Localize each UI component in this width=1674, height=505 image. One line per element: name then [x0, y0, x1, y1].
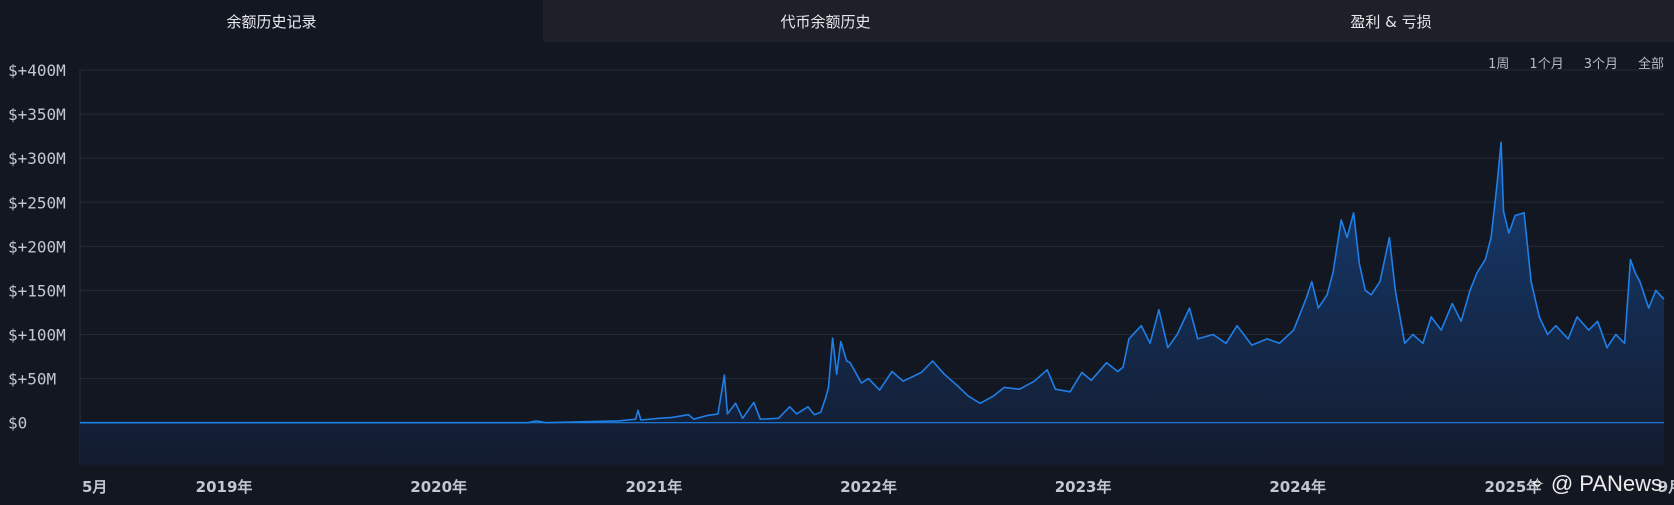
- x-tick-label: 2023年: [1055, 478, 1112, 496]
- y-tick-label: $+300M: [8, 149, 66, 168]
- y-tick-label: $0: [8, 414, 27, 433]
- plot-area: [80, 141, 1665, 466]
- x-tick-label: 2024年: [1269, 478, 1326, 496]
- x-tick-label: 2021年: [625, 478, 682, 496]
- watermark-logo-icon: ✧: [1529, 473, 1545, 494]
- y-tick-label: $+400M: [8, 61, 66, 80]
- x-tick-label: 2019年: [196, 478, 253, 496]
- y-tick-label: $+100M: [8, 326, 66, 345]
- y-tick-label: $+200M: [8, 237, 66, 256]
- panews-watermark: ✧ @ PANews: [1530, 471, 1662, 497]
- y-tick-label: $+50M: [8, 370, 56, 389]
- x-tick-label: 2020年: [410, 478, 467, 496]
- y-tick-label: $+250M: [8, 193, 66, 212]
- balance-area-fill: [80, 142, 1664, 466]
- x-tick-label: 2022年: [840, 478, 897, 496]
- y-tick-label: $+350M: [8, 105, 66, 124]
- y-axis: $0 $+50M $+100M $+150M $+200M $+250M $+300M $+3…: [8, 61, 66, 433]
- watermark-text: @ PANews: [1550, 471, 1662, 496]
- x-axis: 5月2019年2020年2021年2022年2023年2024年2025年9月: [82, 478, 1674, 496]
- y-tick-label: $+150M: [8, 281, 66, 300]
- x-tick-label: 5月: [82, 478, 107, 496]
- balance-history-chart[interactable]: $0 $+50M $+100M $+150M $+200M $+250M $+300M $+3…: [0, 0, 1674, 505]
